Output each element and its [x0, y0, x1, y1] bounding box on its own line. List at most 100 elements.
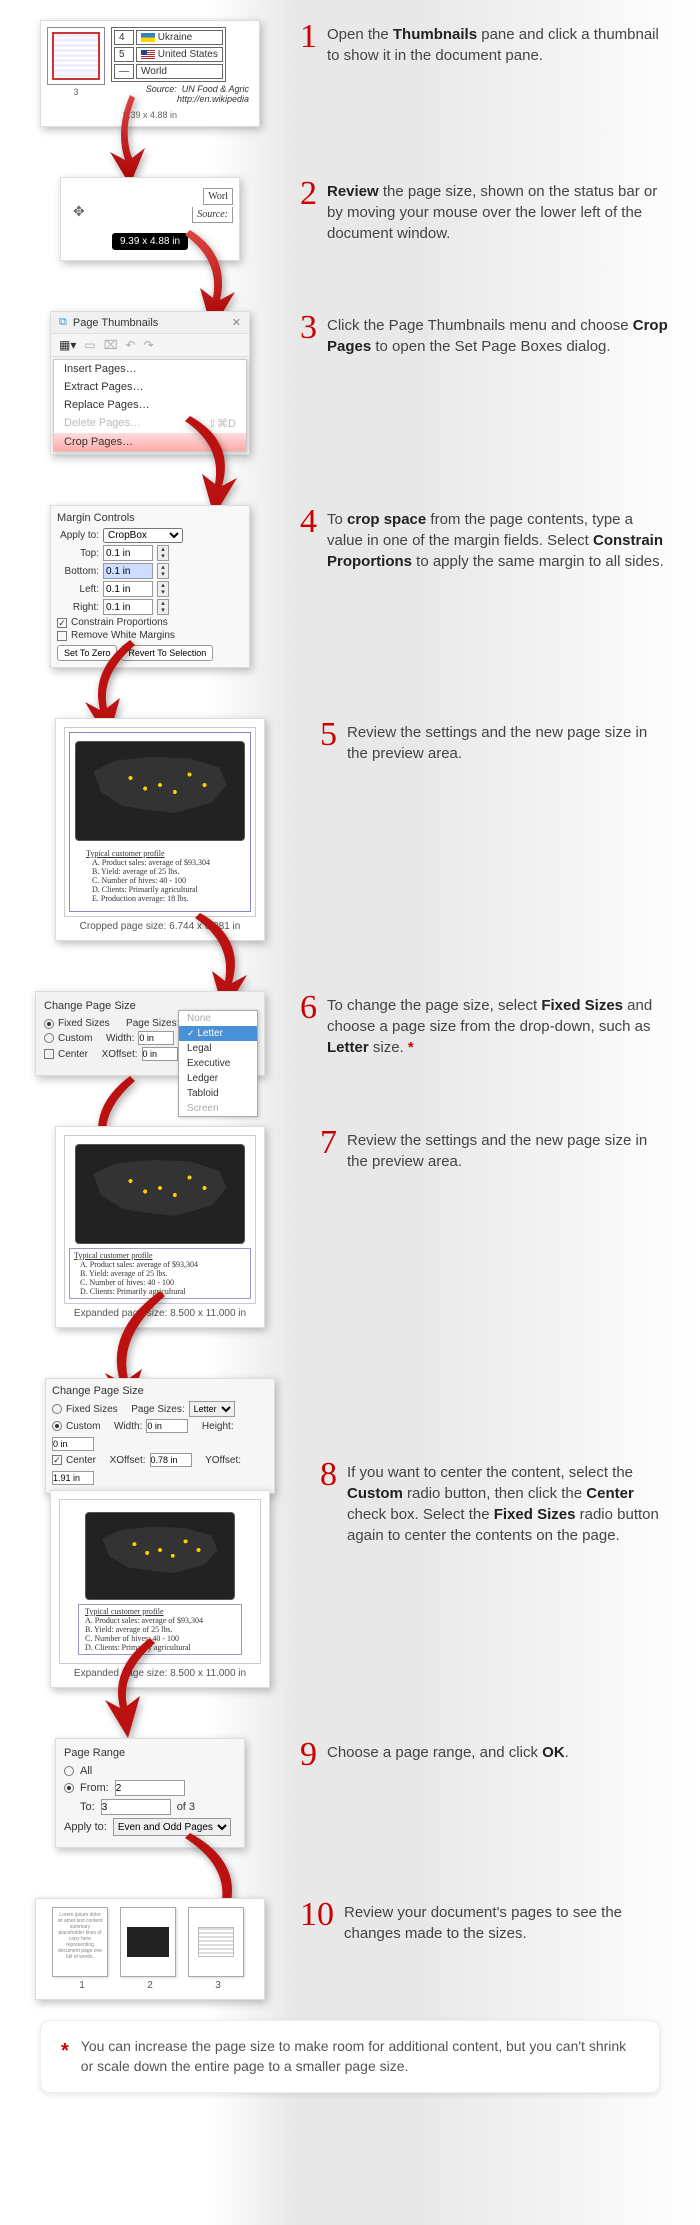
- screenshot-change-page-size-custom: Change Page Size Fixed Sizes Page Sizes:…: [45, 1378, 275, 1494]
- to-input[interactable]: [101, 1799, 171, 1815]
- from-input[interactable]: [115, 1780, 185, 1796]
- step-text: To change the page size, select Fixed Si…: [327, 991, 670, 1058]
- map-preview: [75, 1144, 245, 1244]
- remove-margins-checkbox[interactable]: [57, 631, 67, 641]
- screenshot-page-range: Page Range All From: To: of 3 Apply to: …: [55, 1738, 245, 1848]
- panel-title: Page Thumbnails: [73, 317, 158, 329]
- thumb-number: 3: [47, 87, 105, 97]
- step-number: 1: [300, 20, 317, 54]
- screenshot-preview-expanded: Typical customer profile A. Product sale…: [55, 1126, 265, 1328]
- step-8-row: Change Page Size Fixed Sizes Page Sizes:…: [0, 1378, 700, 1688]
- step-1-row: 3 4 Ukraine 5 United States —World Sourc…: [0, 20, 700, 127]
- menu-delete-pages: Delete Pages…⇧⌘D: [54, 414, 246, 433]
- step-text: To crop space from the page contents, ty…: [327, 505, 670, 572]
- xoffset-input[interactable]: [150, 1453, 192, 1467]
- top-input[interactable]: [103, 545, 153, 561]
- spinner-icon[interactable]: ▴▾: [157, 599, 169, 615]
- screenshot-final-thumbnails: Lorem ipsum dolor sit amet text content …: [35, 1898, 265, 2000]
- dropdown-tabloid[interactable]: Tabloid: [179, 1086, 257, 1101]
- dropdown-ledger[interactable]: Ledger: [179, 1071, 257, 1086]
- pages-icon: ⧉: [59, 316, 67, 329]
- spinner-icon[interactable]: ▴▾: [157, 581, 169, 597]
- screenshot-change-page-size: Change Page Size Fixed Sizes Page Sizes:…: [35, 991, 265, 1076]
- menu-extract-pages[interactable]: Extract Pages…: [54, 378, 246, 396]
- step-text: Open the Thumbnails pane and click a thu…: [327, 20, 670, 66]
- center-checkbox[interactable]: [44, 1049, 54, 1059]
- left-input[interactable]: [103, 581, 153, 597]
- footnote: * You can increase the page size to make…: [40, 2020, 660, 2093]
- right-input[interactable]: [103, 599, 153, 615]
- page-size-dropdown[interactable]: None ✓ Letter Legal Executive Ledger Tab…: [178, 1010, 258, 1117]
- step-number: 9: [300, 1738, 317, 1772]
- page-size-caption: Cropped page size: 6.744 x 6.981 in: [64, 921, 256, 932]
- step-text: Click the Page Thumbnails menu and choos…: [327, 311, 670, 357]
- asterisk-icon: *: [408, 1039, 414, 1056]
- screenshot-margin-controls: Margin Controls Apply to:CropBox Top:▴▾ …: [50, 505, 250, 668]
- screenshot-thumbnails-pane: 3 4 Ukraine 5 United States —World Sourc…: [40, 20, 260, 127]
- width-input[interactable]: [138, 1031, 174, 1045]
- step-number: 7: [320, 1126, 337, 1160]
- step-number: 10: [300, 1898, 334, 1932]
- section-title: Change Page Size: [52, 1385, 268, 1397]
- screenshot-thumbnails-menu: ⧉ Page Thumbnails ✕ ▦▾ ▭ ⌧ ↶ ↷ Insert Pa…: [50, 311, 250, 455]
- page-thumb-3: 3: [188, 1907, 248, 1991]
- yoffset-input[interactable]: [52, 1471, 94, 1485]
- flag-ukraine-icon: [141, 33, 155, 42]
- constrain-checkbox[interactable]: [57, 618, 67, 628]
- rotate-right-icon[interactable]: ↷: [144, 338, 154, 352]
- custom-radio[interactable]: [52, 1421, 62, 1431]
- menu-crop-pages[interactable]: Crop Pages…: [54, 433, 246, 451]
- custom-radio[interactable]: [44, 1033, 54, 1043]
- dropdown-legal[interactable]: Legal: [179, 1041, 257, 1056]
- asterisk-icon: *: [61, 2037, 69, 2076]
- flag-us-icon: [141, 50, 155, 59]
- screenshot-preview-centered: Typical customer profile A. Product sale…: [50, 1490, 270, 1688]
- revert-button[interactable]: Revert To Selection: [121, 645, 213, 661]
- dropdown-screen: Screen: [179, 1101, 257, 1116]
- step-6-row: Change Page Size Fixed Sizes Page Sizes:…: [0, 991, 700, 1076]
- fixed-sizes-radio[interactable]: [44, 1019, 54, 1029]
- tool-icon[interactable]: ▭: [84, 338, 95, 352]
- spinner-icon[interactable]: ▴▾: [157, 545, 169, 561]
- step-text: Review the settings and the new page siz…: [347, 1126, 670, 1172]
- width-input[interactable]: [146, 1419, 188, 1433]
- context-menu: Insert Pages… Extract Pages… Replace Pag…: [53, 359, 247, 452]
- section-title: Page Range: [64, 1747, 236, 1759]
- step-number: 2: [300, 177, 317, 211]
- close-icon[interactable]: ✕: [232, 316, 241, 329]
- all-radio[interactable]: [64, 1766, 74, 1776]
- step-number: 4: [300, 505, 317, 539]
- from-radio[interactable]: [64, 1783, 74, 1793]
- dropdown-executive[interactable]: Executive: [179, 1056, 257, 1071]
- spinner-icon[interactable]: ▴▾: [157, 563, 169, 579]
- step-4-row: Margin Controls Apply to:CropBox Top:▴▾ …: [0, 505, 700, 668]
- menu-icon[interactable]: ▦▾: [59, 338, 76, 352]
- step-text: Review the page size, shown on the statu…: [327, 177, 670, 244]
- map-preview: [85, 1512, 235, 1600]
- page-thumb-2: 2: [120, 1907, 180, 1991]
- menu-replace-pages[interactable]: Replace Pages…: [54, 396, 246, 414]
- tool-icon[interactable]: ⌧: [104, 338, 118, 352]
- screenshot-page-size-tooltip: Worl Source: ✥ 9.39 x 4.88 in: [60, 177, 240, 261]
- xoffset-input[interactable]: [142, 1047, 178, 1061]
- step-7-row: Typical customer profile A. Product sale…: [0, 1126, 700, 1328]
- step-text: Review your document's pages to see the …: [344, 1898, 670, 1944]
- set-zero-button[interactable]: Set To Zero: [57, 645, 117, 661]
- step-text: Choose a page range, and click OK.: [327, 1738, 569, 1763]
- rotate-left-icon[interactable]: ↶: [126, 338, 136, 352]
- page-sizes-select[interactable]: Letter: [189, 1401, 235, 1417]
- dropdown-letter[interactable]: ✓ Letter: [179, 1026, 257, 1041]
- step-number: 3: [300, 311, 317, 345]
- height-input[interactable]: [52, 1437, 94, 1451]
- page-size-label: 9.39 x 4.88 in: [47, 110, 253, 120]
- section-title: Margin Controls: [57, 512, 243, 524]
- menu-insert-pages[interactable]: Insert Pages…: [54, 360, 246, 378]
- fixed-sizes-radio[interactable]: [52, 1404, 62, 1414]
- apply-to-select[interactable]: CropBox: [103, 528, 183, 543]
- page-size-caption: Expanded page size: 8.500 x 11.000 in: [64, 1308, 256, 1319]
- bottom-input[interactable]: [103, 563, 153, 579]
- center-checkbox[interactable]: [52, 1455, 62, 1465]
- step-number: 5: [320, 718, 337, 752]
- step-text: Review the settings and the new page siz…: [347, 718, 670, 764]
- apply-to-select[interactable]: Even and Odd Pages: [113, 1818, 231, 1836]
